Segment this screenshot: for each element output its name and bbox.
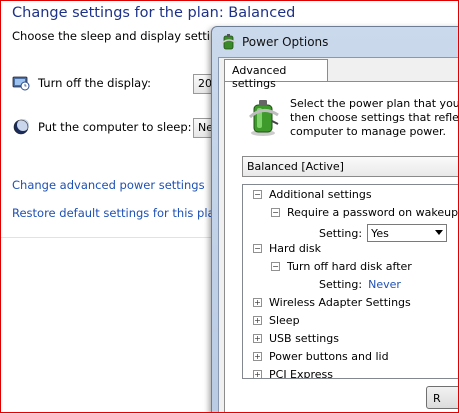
divider [1,237,211,238]
page-title: Change settings for the plan: Balanced [12,5,296,21]
collapse-icon[interactable]: − [253,244,262,253]
tree-node-sleep[interactable]: + Sleep [253,314,300,327]
expand-icon[interactable]: + [253,370,262,378]
expand-icon[interactable]: + [253,316,262,325]
tab-advanced-settings[interactable]: Advanced settings [224,59,328,90]
restore-plan-defaults-button[interactable]: R [426,386,458,409]
desc-line-3: computer to manage power. [290,125,446,138]
display-row: Turn off the display: [12,74,151,92]
tree-node-hard-disk[interactable]: − Hard disk [253,242,321,255]
change-advanced-settings-link[interactable]: Change advanced power settings [12,178,205,192]
setting-label: Setting: [319,226,363,240]
page-subtitle: Choose the sleep and display settings [12,29,231,43]
tree-node-usb[interactable]: + USB settings [253,332,339,345]
dialog-title: Power Options [242,35,329,49]
expand-icon[interactable]: + [253,334,262,343]
tree-node-require-password[interactable]: − Require a password on wakeup [271,206,458,219]
password-setting-select[interactable]: Yes [367,224,448,242]
power-plan-select[interactable]: Balanced [Active] [242,156,458,177]
power-options-dialog: Power Options Advanced settings Select t… [211,26,459,412]
moon-icon [13,119,29,135]
screenshot-frame: Change settings for the plan: Balanced C… [0,0,459,413]
tree-node-turn-off-disk[interactable]: − Turn off hard disk after [271,260,412,273]
desc-line-2: then choose settings that reflect [290,111,459,124]
disk-setting-value-link[interactable]: Never [368,278,401,291]
chevron-down-icon [435,230,444,235]
collapse-icon[interactable]: − [271,262,280,271]
expand-icon[interactable]: + [253,352,262,361]
sleep-label: Put the computer to sleep: [38,120,192,134]
tree-node-power-buttons[interactable]: + Power buttons and lid [253,350,389,363]
collapse-icon[interactable]: − [253,190,262,199]
tree-node-additional-settings[interactable]: − Additional settings [253,188,372,201]
desc-line-1: Select the power plan that you w [290,97,459,110]
display-label: Turn off the display: [38,76,152,90]
setting-label: Setting: [319,278,363,291]
restore-defaults-link[interactable]: Restore default settings for this plan [12,206,222,220]
dialog-description: Select the power plan that you w then ch… [290,97,459,139]
tree-node-pci-express[interactable]: + PCI Express [253,368,333,378]
settings-tree: − Additional settings − Require a passwo… [242,184,458,379]
power-options-icon [221,34,237,50]
password-setting-row: Setting: Yes [319,224,448,242]
expand-icon[interactable]: + [253,298,262,307]
battery-plug-icon [248,100,279,136]
collapse-icon[interactable]: − [271,208,280,217]
sleep-row: Put the computer to sleep: [12,118,192,136]
monitor-clock-icon [12,76,30,91]
disk-setting-row: Setting: Never [319,278,401,291]
tree-node-wireless[interactable]: + Wireless Adapter Settings [253,296,411,309]
